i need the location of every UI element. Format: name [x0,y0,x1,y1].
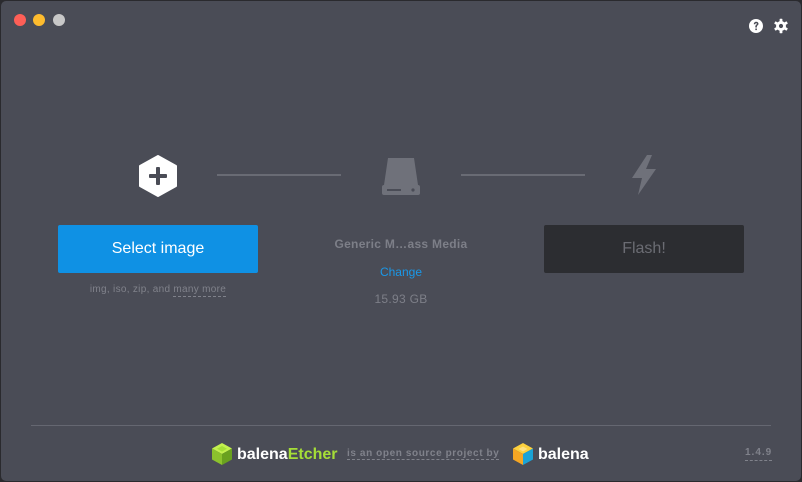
version-label[interactable]: 1.4.9 [745,447,773,461]
drive-size: 15.93 GB [374,292,428,306]
many-more-link[interactable]: many more [173,284,227,297]
etcher-logo-text[interactable]: balenaEtcher [237,446,337,464]
tagline-text: is an open source project by [347,448,500,460]
change-drive-link[interactable]: Change [301,265,501,279]
window-close-button[interactable] [14,14,26,26]
flash-button[interactable]: Flash! [544,225,744,273]
select-image-button[interactable]: Select image [58,225,258,273]
drive-name: Generic M…ass Media [334,237,468,251]
app-window: Select image img, iso, zip, and many mor… [1,1,801,481]
plus-hexagon-icon [139,155,177,197]
balena-cube-icon[interactable] [512,442,534,466]
window-maximize-button[interactable] [53,14,65,26]
footer-tagline: is an open source project by [347,448,500,460]
etcher-brand-suffix: Etcher [287,446,338,463]
settings-icon[interactable] [773,18,789,34]
balena-logo-text[interactable]: balena [538,446,589,464]
etcher-cube-icon[interactable] [211,442,233,466]
footer-divider [31,425,771,426]
etcher-brand-prefix: balena [237,446,288,463]
extensions-text: img, iso, zip, and [89,284,171,295]
supported-extensions: img, iso, zip, and many more [58,284,258,297]
step-connector-2 [461,174,585,176]
window-minimize-button[interactable] [33,14,45,26]
lightning-icon [632,155,656,195]
step-connector-1 [217,174,341,176]
help-icon[interactable] [748,18,764,34]
flash-label: Flash! [622,240,666,257]
drive-icon [382,158,420,195]
select-image-label: Select image [111,240,205,257]
